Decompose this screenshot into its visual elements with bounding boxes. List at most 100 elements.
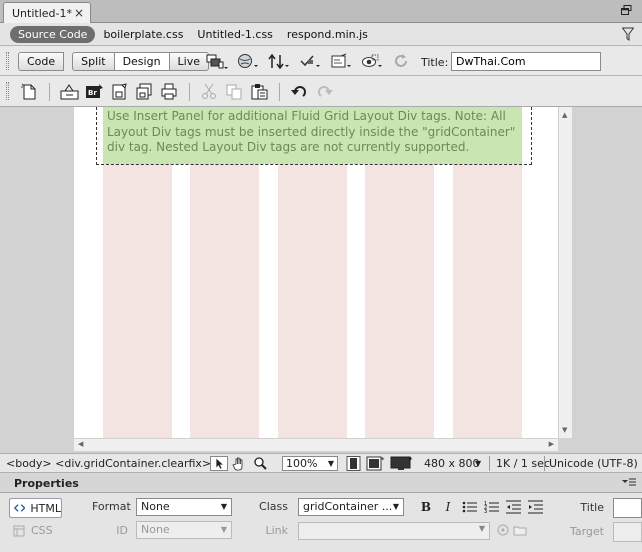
italic-button[interactable]: I — [440, 500, 456, 514]
source-code-tab[interactable]: Source Code — [10, 25, 96, 43]
target-label: Target — [569, 525, 604, 538]
print-code-icon[interactable] — [160, 83, 179, 100]
svg-text:*: * — [381, 456, 385, 464]
class-label: Class — [259, 500, 288, 513]
toolbar-grip[interactable] — [6, 52, 9, 70]
code-view-button[interactable]: Code — [18, 52, 65, 71]
ordered-list-icon[interactable]: 123 — [484, 500, 500, 514]
design-view-button[interactable]: Design — [113, 52, 170, 71]
indent-icon[interactable] — [528, 500, 544, 514]
mobile-size-icon[interactable] — [345, 456, 362, 471]
related-file[interactable]: respond.min.js — [287, 28, 368, 41]
panel-options-icon[interactable] — [622, 478, 636, 487]
design-canvas[interactable]: Use Insert Panel for additional Fluid Gr… — [74, 107, 558, 438]
target-input[interactable] — [613, 522, 642, 542]
related-file[interactable]: boilerplate.css — [103, 28, 183, 41]
svg-text:3: 3 — [484, 509, 487, 514]
scroll-up-icon[interactable]: ▲ — [562, 111, 567, 119]
document-tab-label: Untitled-1* — [12, 6, 72, 20]
preview-browser-icon[interactable] — [237, 53, 259, 70]
window-dimensions[interactable]: 480 x 800 — [424, 457, 480, 470]
id-label: ID — [116, 524, 128, 537]
link-input[interactable]: ▼ — [298, 522, 490, 540]
html-properties-button[interactable]: HTML — [9, 498, 62, 518]
tag-selector[interactable]: <body> <div.gridContainer.clearfix> — [6, 457, 211, 470]
code-brackets-icon — [14, 504, 26, 512]
paste-icon[interactable] — [250, 83, 269, 100]
open-icon[interactable] — [60, 83, 79, 100]
w3c-validation-icon[interactable] — [299, 53, 321, 70]
split-view-button[interactable]: Split — [72, 52, 115, 71]
title-label: Title — [580, 501, 604, 514]
copy-icon[interactable] — [225, 83, 244, 100]
class-select[interactable]: gridContainer ... ▼ — [298, 498, 404, 516]
related-file[interactable]: Untitled-1.css — [197, 28, 273, 41]
tablet-size-icon[interactable]: * — [366, 456, 386, 471]
status-divider — [489, 456, 490, 471]
chevron-down-icon[interactable]: ▼ — [475, 459, 481, 468]
zoom-select[interactable]: 100% ▼ — [282, 456, 338, 471]
point-to-file-icon[interactable] — [497, 524, 509, 536]
chevron-down-icon: ▼ — [478, 524, 485, 533]
hand-tool-icon[interactable] — [231, 456, 249, 471]
download-size: 1K / 1 sec — [496, 457, 550, 470]
check-browser-compatibility-icon[interactable] — [330, 53, 352, 70]
restore-window-icon[interactable] — [621, 5, 632, 15]
zoom-value: 100% — [286, 457, 318, 470]
properties-title: Properties — [14, 477, 79, 490]
chevron-down-icon: ▼ — [392, 502, 399, 511]
format-buttons: B I 123 — [418, 500, 544, 514]
link-icons — [497, 524, 527, 536]
title-label: Title: — [421, 56, 449, 69]
design-view: Use Insert Panel for additional Fluid Gr… — [0, 107, 642, 453]
browse-folder-icon[interactable] — [513, 524, 527, 536]
zoom-tool-icon[interactable] — [252, 456, 270, 471]
view-switcher: Code Split Design Live — [18, 52, 210, 71]
format-label: Format — [92, 500, 131, 513]
live-view-button[interactable]: Live — [168, 52, 210, 71]
cut-icon[interactable] — [200, 83, 219, 100]
redo-icon[interactable] — [315, 83, 334, 100]
class-value: gridContainer ... — [303, 500, 393, 513]
status-divider — [544, 456, 545, 471]
document-tab[interactable]: Untitled-1* × — [3, 2, 91, 23]
desktop-size-icon[interactable]: * — [390, 456, 414, 471]
close-icon[interactable]: × — [74, 6, 84, 20]
unordered-list-icon[interactable] — [462, 500, 478, 514]
bold-button[interactable]: B — [418, 500, 434, 514]
select-tool-icon[interactable] — [210, 456, 228, 471]
outdent-icon[interactable] — [506, 500, 522, 514]
status-tools — [210, 456, 270, 471]
id-select[interactable]: None ▼ — [136, 521, 232, 539]
css-properties-button[interactable]: CSS — [13, 524, 53, 537]
file-management-icon[interactable] — [268, 53, 290, 70]
undo-icon[interactable] — [290, 83, 309, 100]
scroll-right-icon[interactable]: ▶ — [549, 440, 554, 448]
toolbar-grip[interactable] — [6, 82, 9, 100]
filter-icon[interactable] — [622, 27, 634, 41]
properties-header[interactable]: Properties — [0, 474, 642, 493]
visual-aids-icon[interactable] — [361, 53, 383, 70]
document-toolbar-icons — [206, 53, 414, 70]
refresh-design-view-icon[interactable] — [392, 53, 414, 70]
common-toolbar-icons: Br — [20, 83, 334, 101]
html-button-label: HTML — [30, 501, 61, 515]
save-all-icon[interactable] — [135, 83, 154, 100]
format-select[interactable]: None ▼ — [136, 498, 232, 516]
chevron-down-icon: ▼ — [220, 525, 227, 534]
vertical-scrollbar[interactable]: ▲ ▼ — [558, 107, 572, 438]
layout-div-note[interactable]: Use Insert Panel for additional Fluid Gr… — [103, 107, 522, 164]
new-document-icon[interactable] — [20, 83, 39, 100]
status-bar: <body> <div.gridContainer.clearfix> 100%… — [0, 453, 642, 473]
document-title-input[interactable] — [451, 52, 601, 71]
title-input[interactable] — [613, 498, 642, 518]
scroll-left-icon[interactable]: ◀ — [78, 440, 83, 448]
horizontal-scrollbar[interactable]: ◀ ▶ — [74, 438, 558, 451]
format-value: None — [141, 500, 170, 513]
scroll-down-icon[interactable]: ▼ — [562, 426, 567, 434]
document-tab-bar: Untitled-1* × — [0, 0, 642, 23]
multiscreen-icon[interactable] — [206, 53, 228, 70]
browse-in-bridge-icon[interactable]: Br — [85, 83, 104, 100]
common-toolbar: Br — [0, 76, 642, 107]
save-icon[interactable] — [110, 83, 129, 100]
